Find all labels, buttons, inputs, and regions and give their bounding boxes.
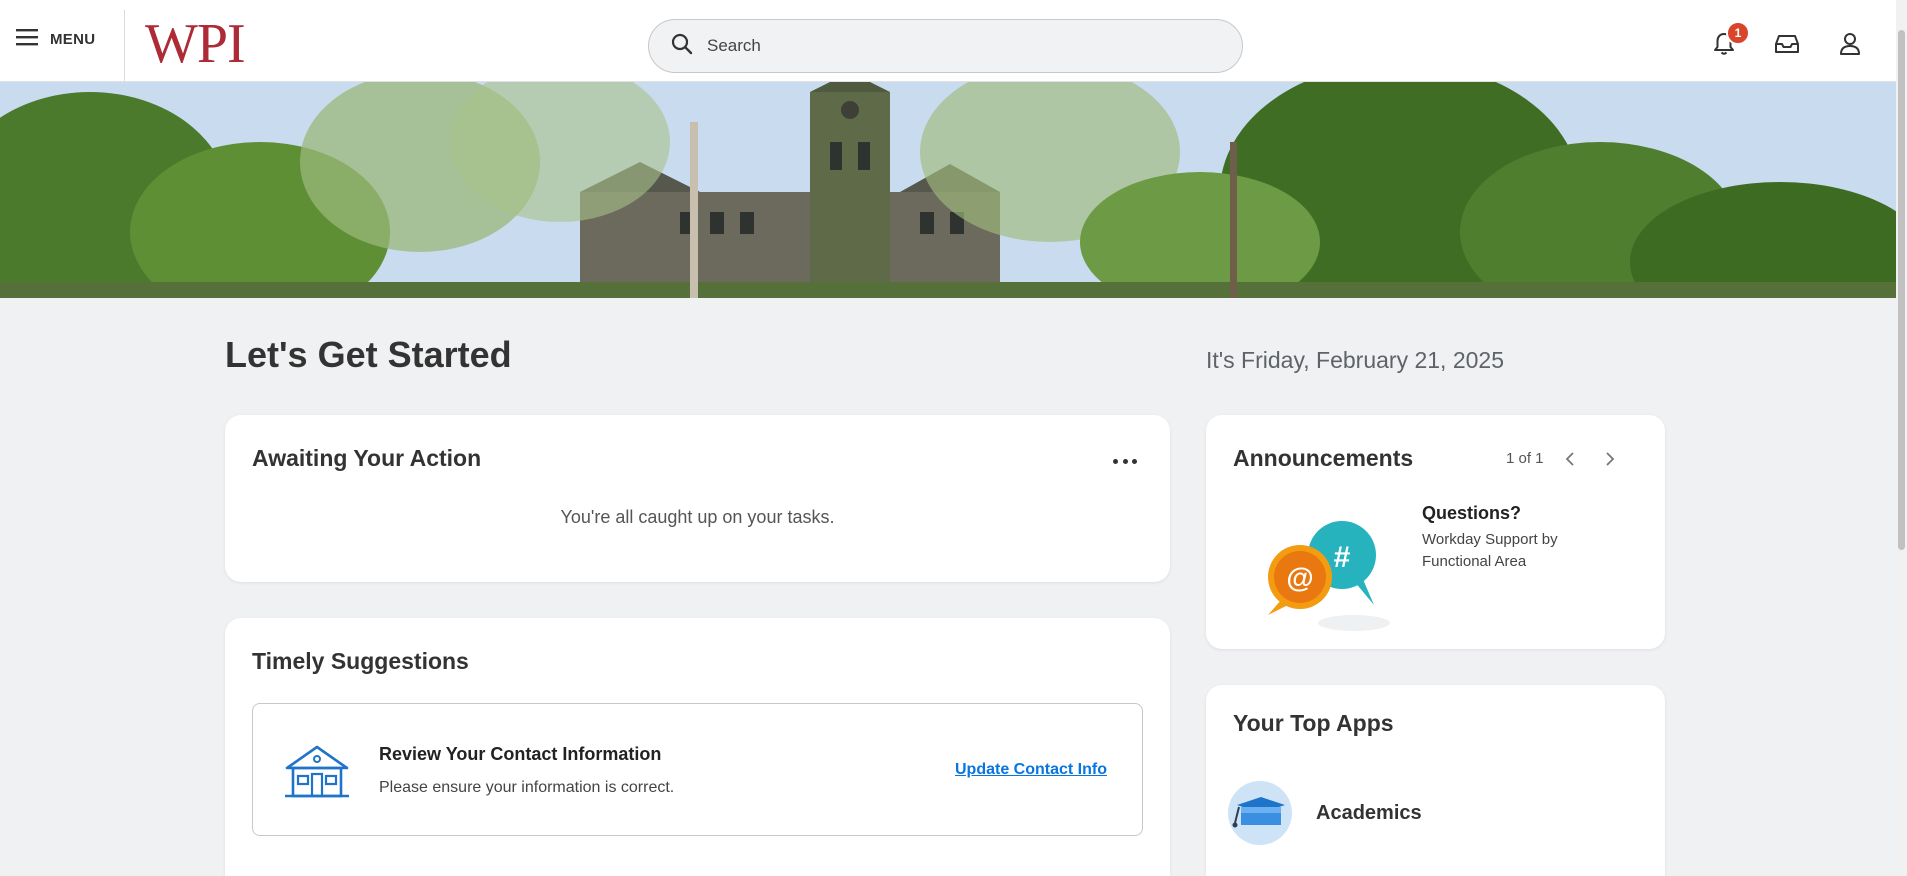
top-apps-card: Your Top Apps Academics <box>1206 685 1665 876</box>
announcements-card: Announcements 1 of 1 # @ Questions? Work… <box>1206 415 1665 649</box>
suggestion-title: Review Your Contact Information <box>379 744 662 764</box>
more-options-icon[interactable] <box>1113 451 1137 471</box>
hamburger-icon <box>16 28 38 51</box>
wpi-logo[interactable]: WPI <box>145 12 246 76</box>
timely-suggestions-title: Timely Suggestions <box>252 648 469 674</box>
awaiting-action-title: Awaiting Your Action <box>252 445 482 471</box>
campus-banner-image <box>0 82 1896 298</box>
header-divider <box>124 10 125 82</box>
inbox-icon[interactable] <box>1773 30 1801 58</box>
app-label: Academics <box>1316 801 1422 824</box>
top-apps-title: Your Top Apps <box>1233 710 1394 736</box>
search-icon <box>671 33 693 60</box>
top-header: MENU WPI 1 <box>0 0 1896 82</box>
suggestion-text: Please ensure your information is correc… <box>379 779 675 796</box>
suggestion-item: Review Your Contact Information Please e… <box>252 703 1143 836</box>
notification-badge: 1 <box>1726 21 1750 45</box>
awaiting-action-card: Awaiting Your Action You're all caught u… <box>225 415 1170 582</box>
app-academics[interactable]: Academics <box>1228 781 1422 845</box>
menu-button[interactable]: MENU <box>16 28 95 51</box>
svg-text:#: # <box>1334 541 1351 574</box>
profile-icon[interactable] <box>1836 30 1864 58</box>
menu-label: MENU <box>50 31 96 48</box>
search-bar[interactable] <box>648 19 1243 73</box>
announcement-title[interactable]: Questions? <box>1422 503 1521 524</box>
academics-icon <box>1228 781 1292 845</box>
search-input[interactable] <box>707 36 1187 56</box>
announcements-pager: 1 of 1 <box>1506 450 1544 467</box>
update-contact-info-link[interactable]: Update Contact Info <box>955 761 1107 779</box>
announcement-description: Workday Support by Functional Area <box>1422 531 1558 570</box>
chevron-left-icon[interactable] <box>1560 449 1580 469</box>
chevron-right-icon[interactable] <box>1600 449 1620 469</box>
chat-bubbles-icon[interactable]: # @ <box>1254 511 1396 636</box>
page-title: Let's Get Started <box>225 334 512 375</box>
scrollbar-thumb[interactable] <box>1898 30 1905 550</box>
page-scrollbar[interactable] <box>1896 0 1907 876</box>
awaiting-action-message: You're all caught up on your tasks. <box>560 507 835 527</box>
current-date: It's Friday, February 21, 2025 <box>1206 347 1504 373</box>
house-icon <box>285 744 349 803</box>
timely-suggestions-card: Timely Suggestions Review Your Contact I… <box>225 618 1170 876</box>
svg-text:@: @ <box>1286 562 1313 593</box>
announcements-title: Announcements <box>1233 445 1414 471</box>
